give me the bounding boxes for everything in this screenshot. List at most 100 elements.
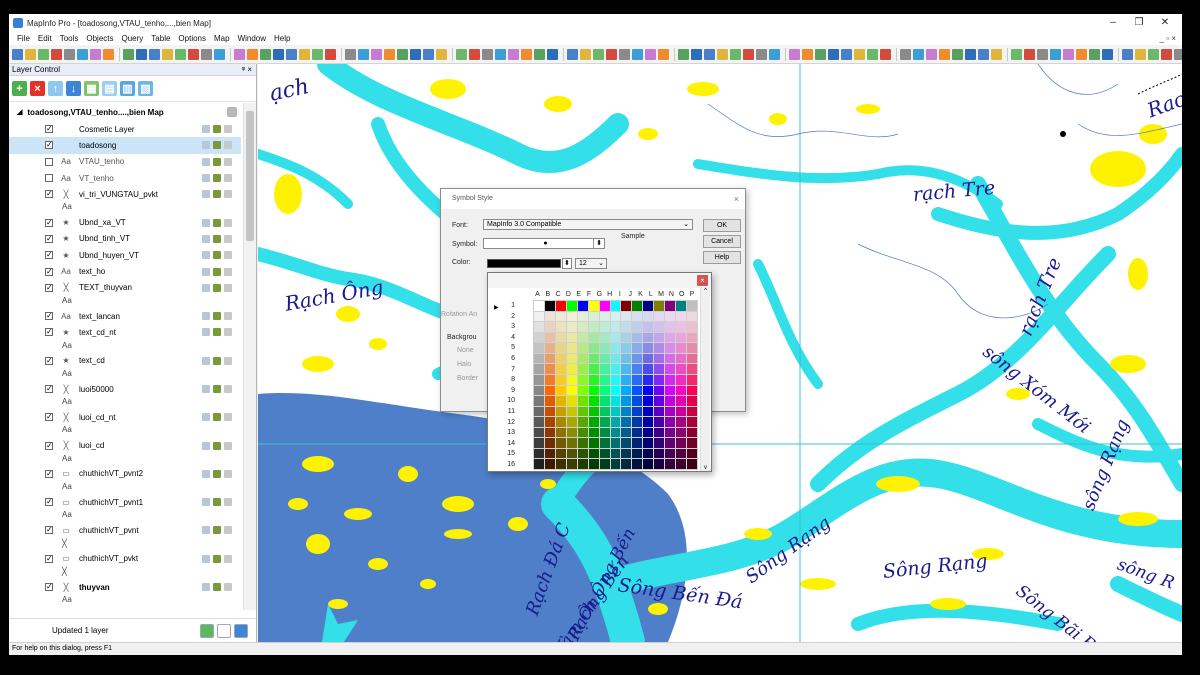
menu-window[interactable]: Window — [234, 34, 270, 43]
move-up-icon[interactable]: ↑ — [48, 81, 63, 96]
selectable-icon[interactable] — [213, 498, 221, 507]
toolbar-tool-icon[interactable] — [828, 48, 839, 60]
color-cell[interactable] — [654, 406, 666, 418]
color-cell[interactable] — [665, 427, 677, 439]
color-cell[interactable] — [534, 427, 545, 439]
color-cell[interactable] — [555, 332, 567, 344]
color-cell[interactable] — [588, 332, 600, 344]
bg-halo-radio[interactable]: Halo — [457, 361, 471, 368]
color-cell[interactable] — [632, 364, 644, 375]
layer-row[interactable]: ✓ Aa text_lancan — [9, 308, 241, 324]
color-cell[interactable] — [544, 427, 556, 439]
toolbar-tool-icon[interactable] — [900, 48, 911, 60]
color-cell[interactable] — [610, 417, 622, 428]
color-cell[interactable] — [665, 448, 677, 460]
color-cell[interactable] — [577, 322, 589, 333]
toolbar-tool-icon[interactable] — [567, 48, 578, 60]
toolbar-tool-icon[interactable] — [658, 48, 669, 60]
layer-row[interactable]: ✓ ★ text_cd — [9, 353, 241, 369]
size-select[interactable]: 12 ⌄ — [575, 258, 607, 269]
display-options-icon[interactable]: ▤ — [102, 81, 117, 96]
color-cell[interactable] — [610, 374, 622, 386]
toolbar-tool-icon[interactable] — [691, 48, 702, 60]
restore-button[interactable]: ❐ — [1126, 14, 1152, 32]
color-cell[interactable] — [687, 364, 698, 375]
color-cell[interactable] — [665, 406, 677, 418]
color-cell[interactable] — [621, 427, 633, 439]
toolbar-tool-icon[interactable] — [312, 48, 323, 60]
selectable-icon[interactable] — [213, 554, 221, 563]
toolbar-tool-icon[interactable] — [201, 48, 212, 60]
ok-button[interactable]: OK — [703, 219, 741, 232]
color-cell[interactable] — [654, 385, 666, 397]
labels-icon[interactable] — [224, 498, 232, 507]
color-cell[interactable] — [665, 374, 677, 386]
bg-border-radio[interactable]: Border — [457, 375, 478, 382]
color-cell[interactable] — [687, 396, 698, 407]
color-cell[interactable] — [577, 385, 589, 397]
editable-icon[interactable] — [202, 218, 210, 227]
color-cell[interactable] — [654, 322, 666, 333]
color-cell[interactable] — [566, 417, 578, 428]
labels-icon[interactable] — [224, 283, 232, 292]
color-cell[interactable] — [610, 301, 622, 312]
toolbar-tool-icon[interactable] — [508, 48, 519, 60]
editable-icon[interactable] — [202, 234, 210, 243]
color-cell[interactable] — [687, 427, 698, 439]
menu-objects[interactable]: Objects — [82, 34, 117, 43]
color-cell[interactable] — [610, 332, 622, 344]
color-cell[interactable] — [544, 353, 556, 365]
color-cell[interactable] — [676, 301, 688, 312]
layer-visibility-checkbox[interactable]: ✓ — [45, 267, 53, 276]
color-cell[interactable] — [643, 353, 655, 365]
color-cell[interactable] — [687, 353, 698, 365]
color-cell[interactable] — [632, 438, 644, 449]
color-cell[interactable] — [566, 322, 578, 333]
color-cell[interactable] — [588, 374, 600, 386]
toolbar-tool-icon[interactable] — [423, 48, 434, 60]
selectable-icon[interactable] — [213, 526, 221, 535]
color-cell[interactable] — [555, 311, 567, 323]
color-cell[interactable] — [643, 448, 655, 460]
color-cell[interactable] — [555, 448, 567, 460]
layer-row[interactable]: ✓ ★ Ubnd_tinh_VT — [9, 231, 241, 247]
menu-map[interactable]: Map — [210, 34, 234, 43]
color-cell[interactable] — [687, 343, 698, 354]
labels-icon[interactable] — [224, 157, 232, 166]
color-cell[interactable] — [676, 406, 688, 418]
toolbar-tool-icon[interactable] — [1011, 48, 1022, 60]
color-cell[interactable] — [534, 438, 545, 449]
color-cell[interactable] — [566, 427, 578, 439]
color-cell[interactable] — [588, 301, 600, 312]
toolbar-tool-icon[interactable] — [632, 48, 643, 60]
layer-visibility-checkbox[interactable]: ✓ — [45, 356, 53, 365]
toolbar-tool-icon[interactable] — [469, 48, 480, 60]
scroll-up-icon[interactable]: ^ — [701, 288, 710, 294]
color-cell[interactable] — [599, 301, 611, 312]
color-spin-icon[interactable]: ⬍ — [562, 258, 572, 269]
move-down-icon[interactable]: ↓ — [66, 81, 81, 96]
color-cell[interactable] — [621, 438, 633, 449]
color-cell[interactable] — [544, 311, 556, 323]
color-swatch[interactable] — [487, 259, 561, 268]
editable-icon[interactable] — [202, 312, 210, 321]
selectable-icon[interactable] — [213, 283, 221, 292]
color-cell[interactable] — [676, 364, 688, 375]
color-cell[interactable] — [610, 364, 622, 375]
color-cell[interactable] — [534, 448, 545, 460]
menu-edit[interactable]: Edit — [34, 34, 56, 43]
layer-row[interactable]: ✓ ★ Ubnd_xa_VT — [9, 214, 241, 230]
toolbar-tool-icon[interactable] — [299, 48, 310, 60]
editable-icon[interactable] — [202, 190, 210, 199]
selectable-icon[interactable] — [213, 190, 221, 199]
color-cell[interactable] — [643, 385, 655, 397]
color-cell[interactable] — [544, 396, 556, 407]
color-cell[interactable] — [632, 374, 644, 386]
toolbar-tool-icon[interactable] — [789, 48, 800, 60]
selectable-icon[interactable] — [213, 469, 221, 478]
color-cell[interactable] — [555, 406, 567, 418]
layer-visibility-checkbox[interactable]: ✓ — [45, 526, 53, 535]
editable-icon[interactable] — [202, 328, 210, 337]
color-cell[interactable] — [588, 311, 600, 323]
color-cell[interactable] — [544, 343, 556, 354]
